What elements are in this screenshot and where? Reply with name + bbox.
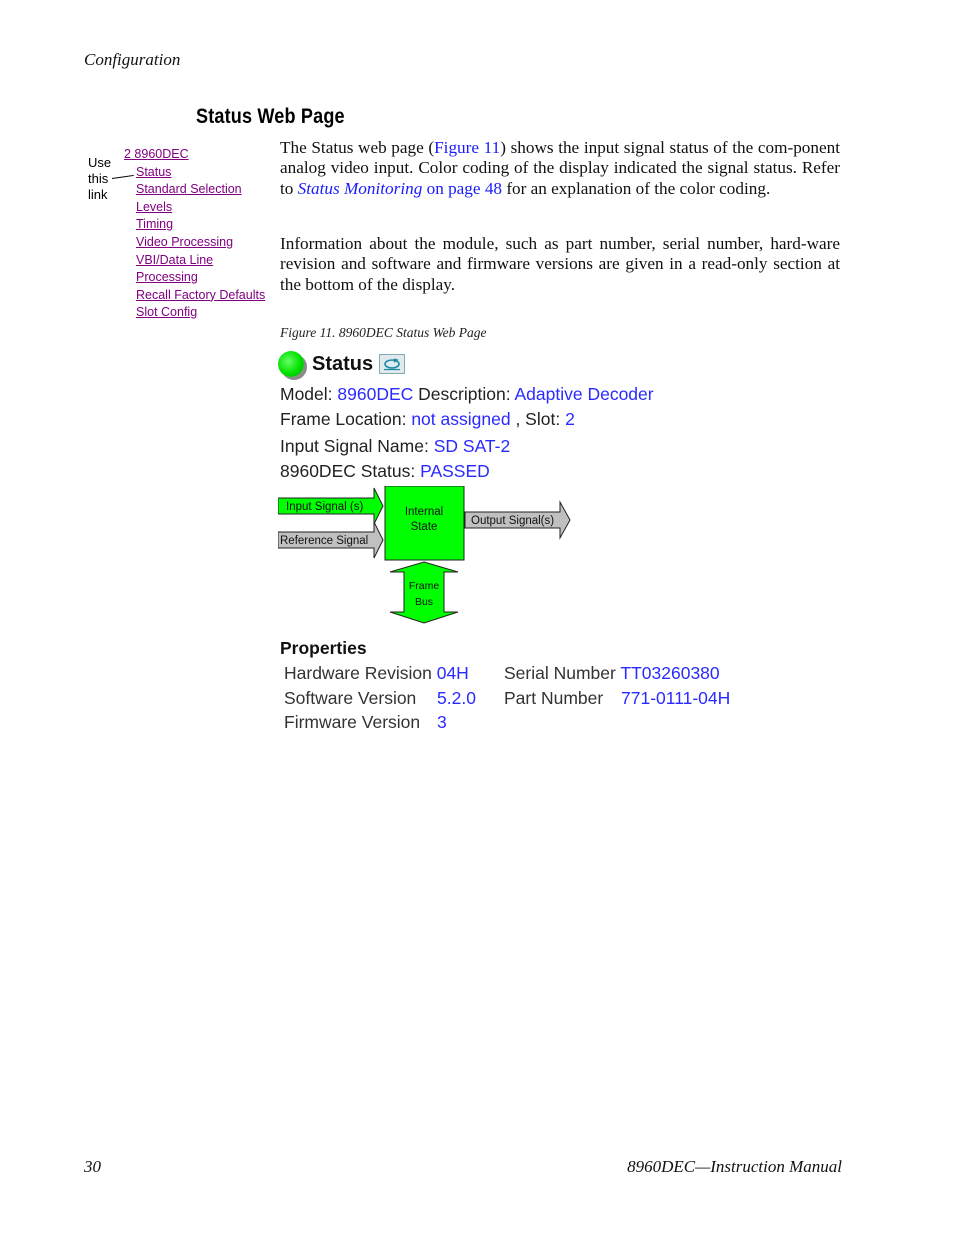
frame-bus-arrow[interactable]: Frame Bus [389,561,459,624]
nav-link-standard-selection[interactable]: Standard Selection [124,181,265,199]
module-status-value: PASSED [420,461,490,481]
status-header: Status [278,348,406,380]
frame-bus-label-2: Bus [415,596,433,608]
serial-number-label: Serial Number [504,663,616,683]
frame-location-line: Frame Location: not assigned , Slot: 2 [280,409,575,430]
nav-link-recall-factory-defaults[interactable]: Recall Factory Defaults [124,287,265,305]
firmware-version-label: Firmware Version [284,712,421,732]
refresh-icon[interactable] [379,354,406,374]
hardware-revision-row: Hardware Revision 04H [284,663,469,684]
running-head: Configuration [84,50,181,69]
input-signal-name-value: SD SAT-2 [433,436,511,456]
text-run: for an explanation of the color coding. [502,178,771,198]
firmware-version-row: Firmware Version 3 [284,712,447,733]
figure-link[interactable]: Figure 11 [434,138,500,157]
input-signal-label: Input Signal (s) [286,501,364,513]
internal-state-box[interactable]: Internal State [384,486,465,561]
status-web-page-figure: Status Model: 8960DEC Description: Adapt… [278,348,758,748]
figure-caption: Figure 11. 8960DEC Status Web Page [280,325,487,340]
status-led-icon [278,351,304,377]
nav-link-slot-config[interactable]: Slot Config [124,304,265,322]
serial-number-row: Serial Number TT03260380 [504,663,720,684]
callout-word: link [88,187,108,202]
input-signal-arrow[interactable]: Input Signal (s) [278,487,384,525]
status-monitoring-link[interactable]: Status Monitoring [298,179,423,198]
module-status-line: 8960DEC Status: PASSED [280,461,490,482]
software-version-value: 5.2.0 [437,688,476,708]
nav-menu: 2 8960DEC Status Standard Selection Leve… [124,146,265,322]
reference-signal-label: Reference Signal [280,535,368,547]
description-label: Description: [418,384,511,404]
nav-link-levels[interactable]: Levels [124,199,265,217]
nav-link-video-processing[interactable]: Video Processing [124,234,265,252]
text-run: The Status web page ( [280,138,435,157]
callout-word: Use [88,155,112,170]
model-line: Model: 8960DEC Description: Adaptive Dec… [280,384,654,405]
serial-number-value: TT03260380 [620,663,720,683]
callout-word: this [88,171,109,186]
internal-state-label-1: Internal [405,506,443,518]
hardware-revision-label: Hardware Revision [284,663,432,683]
status-title: Status [312,352,374,375]
description-value: Adaptive Decoder [514,384,654,404]
input-signal-name-line: Input Signal Name: SD SAT-2 [280,436,510,457]
page-link[interactable]: on page 48 [422,179,502,198]
slot-label: , Slot: [515,409,561,429]
frame-bus-label-1: Frame [409,580,439,592]
section-title: Status Web Page [196,105,345,128]
nav-link-vbi-processing[interactable]: Processing [124,269,265,287]
input-signal-name-label: Input Signal Name: [280,436,429,456]
output-signal-label: Output Signal(s) [471,515,554,527]
part-number-value: 771-0111-04H [621,688,731,708]
internal-state-label-2: State [411,521,438,533]
nav-link-status[interactable]: Status [124,164,265,182]
output-signal-arrow[interactable]: Output Signal(s) [464,500,571,540]
nav-link-vbi-data-line[interactable]: VBI/Data Line [124,252,265,270]
signal-flow-diagram: Input Signal (s) Reference Signal Intern… [278,486,571,624]
model-value: 8960DEC [337,384,414,404]
software-version-row: Software Version 5.2.0 [284,688,476,709]
paragraph-info: Information about the module, such as pa… [280,234,840,294]
nav-link-timing[interactable]: Timing [124,216,265,234]
manual-title: 8960DEC—Instruction Manual [627,1157,842,1176]
frame-location-label: Frame Location: [280,409,407,429]
paragraph-intro: The Status web page (Figure 11) shows th… [280,138,840,199]
firmware-version-value: 3 [437,712,447,732]
software-version-label: Software Version [284,688,417,708]
part-number-row: Part Number 771-0111-04H [504,688,730,709]
frame-location-value: not assigned [411,409,511,429]
page-number: 30 [84,1157,101,1176]
properties-title: Properties [280,638,367,658]
hardware-revision-value: 04H [436,663,469,683]
reference-signal-arrow[interactable]: Reference Signal [278,521,384,559]
slot-value: 2 [565,409,575,429]
nav-callout: Use this link [88,155,111,203]
nav-link-module[interactable]: 2 8960DEC [124,146,265,164]
model-label: Model: [280,384,333,404]
part-number-label: Part Number [504,688,604,708]
module-status-label: 8960DEC Status: [280,461,416,481]
